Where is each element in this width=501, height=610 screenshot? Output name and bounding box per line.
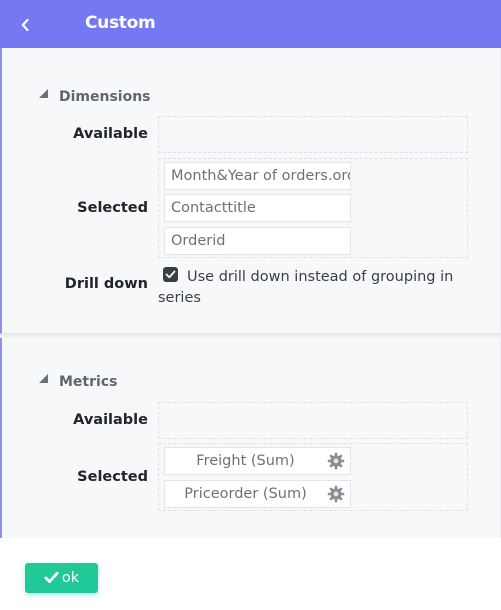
collapse-metrics-icon[interactable] bbox=[39, 374, 48, 383]
check-icon bbox=[44, 571, 59, 583]
ok-button-label: ok bbox=[61, 570, 80, 586]
metric-chip[interactable]: Priceorder (Sum) bbox=[164, 480, 351, 508]
metrics-title[interactable]: Metrics bbox=[59, 374, 117, 390]
ok-button[interactable]: ok bbox=[25, 563, 98, 593]
dimensions-title[interactable]: Dimensions bbox=[59, 89, 151, 105]
dimension-chip[interactable]: Orderid bbox=[164, 227, 351, 255]
metric-chip[interactable]: Freight (Sum) bbox=[164, 447, 351, 475]
gear-icon[interactable] bbox=[327, 485, 345, 503]
back-button[interactable] bbox=[16, 12, 38, 36]
dimensions-available-dropzone[interactable] bbox=[158, 116, 468, 153]
dimension-chip[interactable]: Month&Year of orders.orderdate bbox=[164, 162, 351, 190]
metrics-selected-label: Selected bbox=[77, 469, 148, 485]
chevron-left-icon bbox=[21, 19, 29, 31]
metric-chip-label: Freight (Sum) bbox=[196, 453, 295, 469]
page-title: Custom bbox=[85, 13, 156, 33]
header-bar: Custom bbox=[0, 0, 501, 48]
dimensions-available-label: Available bbox=[73, 126, 148, 142]
check-icon bbox=[165, 270, 176, 279]
collapse-dimensions-icon[interactable] bbox=[39, 89, 48, 98]
drilldown-text[interactable]: Use drill down instead of grouping in se… bbox=[158, 267, 463, 309]
dimensions-selected-label: Selected bbox=[77, 200, 148, 216]
drilldown-checkbox[interactable] bbox=[163, 267, 178, 282]
gear-icon[interactable] bbox=[327, 452, 345, 470]
metric-chip-label: Priceorder (Sum) bbox=[184, 486, 307, 502]
dimension-chip[interactable]: Contacttitle bbox=[164, 194, 351, 222]
metrics-available-label: Available bbox=[73, 412, 148, 428]
metrics-available-dropzone[interactable] bbox=[158, 402, 468, 439]
drilldown-label: Drill down bbox=[64, 276, 148, 292]
